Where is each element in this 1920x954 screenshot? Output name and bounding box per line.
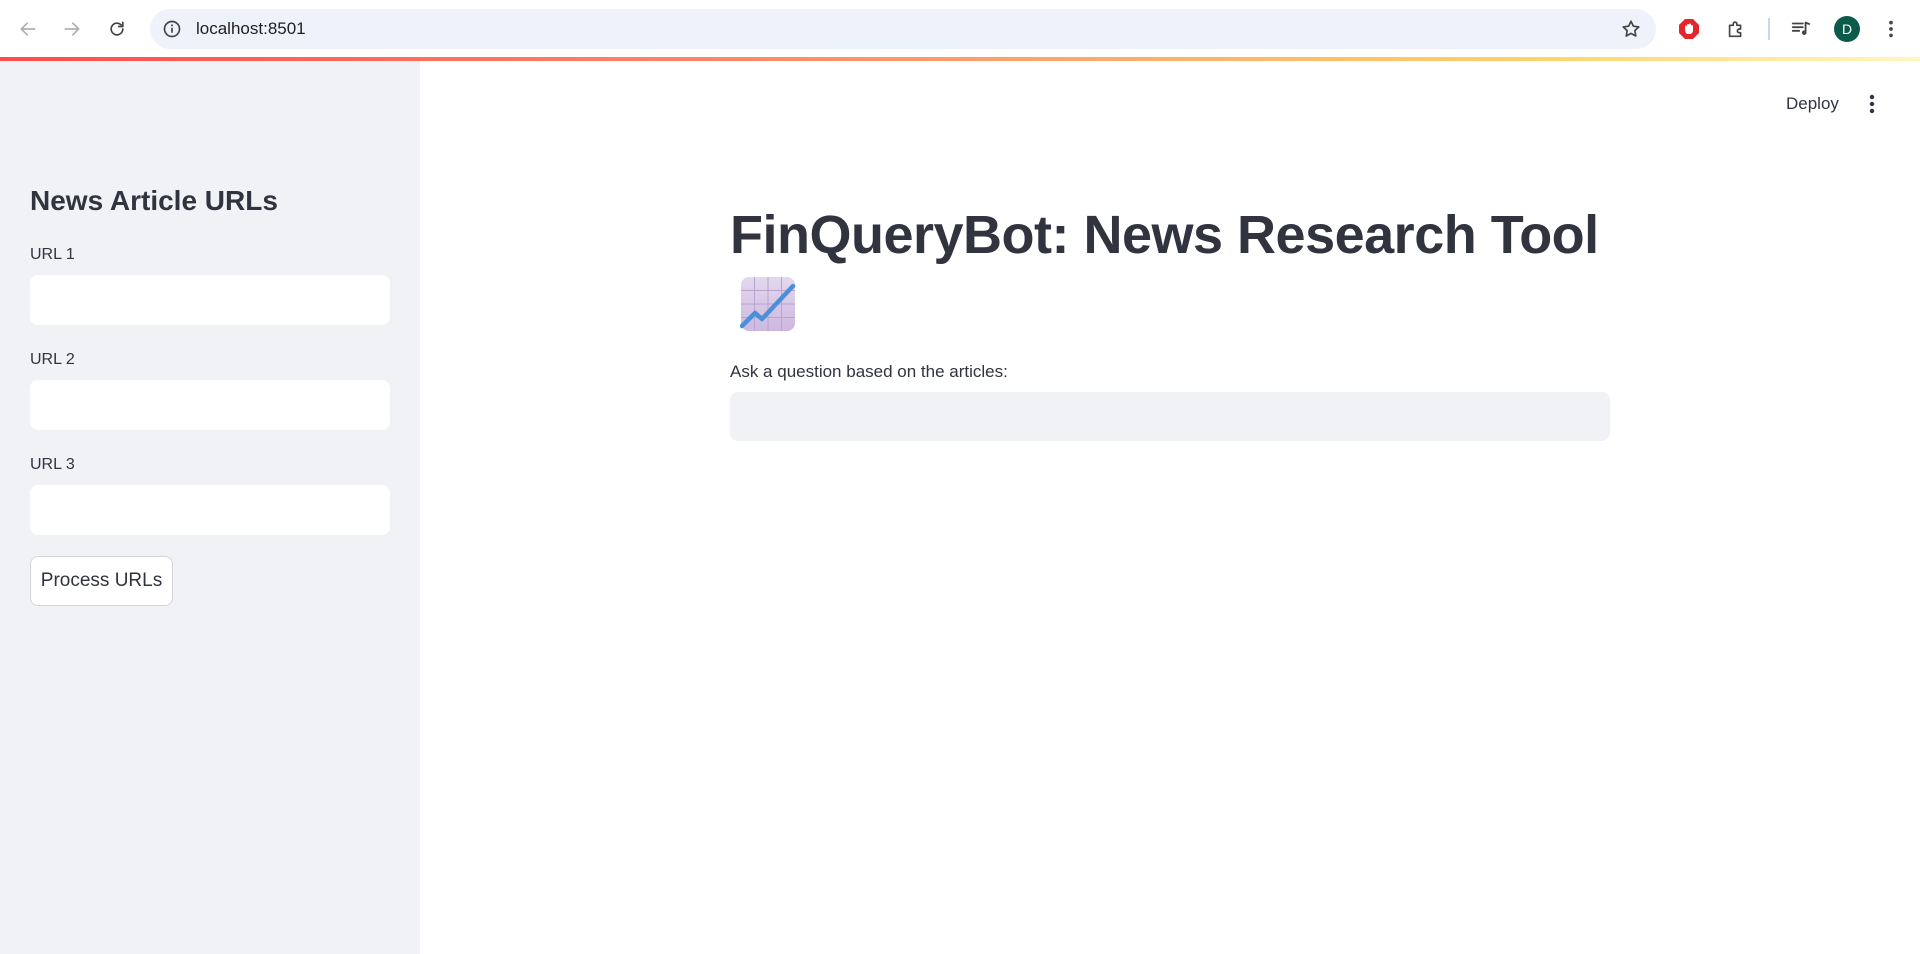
more-vertical-icon: [1889, 20, 1893, 38]
reload-icon: [110, 21, 124, 36]
adblock-extension-button[interactable]: [1676, 16, 1702, 42]
playlist-music-icon: [1791, 21, 1811, 35]
sidebar: News Article URLs URL 1 URL 2 URL 3 Proc…: [0, 61, 420, 954]
question-input[interactable]: [730, 392, 1610, 441]
address-bar[interactable]: localhost:8501: [150, 9, 1656, 49]
question-label: Ask a question based on the articles:: [730, 362, 1008, 381]
arrow-left-icon: [20, 22, 36, 36]
deploy-button[interactable]: Deploy: [1786, 94, 1839, 114]
bookmark-star-icon[interactable]: [1620, 18, 1642, 40]
url-1-input[interactable]: [30, 275, 390, 325]
reload-button[interactable]: [102, 14, 132, 44]
url-2-label: URL 2: [30, 351, 75, 368]
forward-button[interactable]: [57, 14, 87, 44]
url-1-label: URL 1: [30, 246, 75, 263]
arrow-right-icon: [64, 22, 80, 36]
profile-avatar[interactable]: D: [1834, 16, 1860, 42]
stop-hand-icon: [1679, 19, 1699, 39]
back-button[interactable]: [13, 14, 43, 44]
url-3-label: URL 3: [30, 456, 75, 473]
sidebar-title: News Article URLs: [30, 185, 278, 216]
page-title: FinQueryBot: News Research Tool: [730, 205, 1599, 265]
main-menu-icon[interactable]: [1862, 92, 1882, 116]
url-2-input[interactable]: [30, 380, 390, 430]
browser-menu-button[interactable]: [1878, 16, 1904, 42]
url-text[interactable]: localhost:8501: [196, 19, 306, 39]
info-icon[interactable]: [162, 19, 182, 39]
extensions-button[interactable]: [1723, 16, 1749, 42]
process-urls-button[interactable]: Process URLs: [30, 556, 173, 606]
chart-increasing-icon: [740, 277, 796, 331]
media-control-button[interactable]: [1788, 16, 1814, 42]
browser-toolbar: localhost:8501 D: [0, 0, 1920, 58]
url-3-input[interactable]: [30, 485, 390, 535]
toolbar-divider: [1768, 18, 1770, 40]
puzzle-icon: [1728, 21, 1742, 38]
